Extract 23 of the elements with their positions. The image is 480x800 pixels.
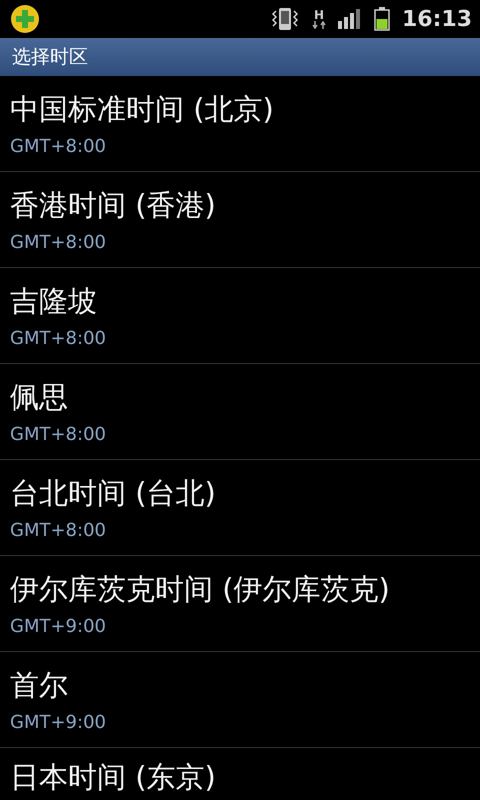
timezone-name[interactable]: 伊尔库茨克时间 (伊尔库茨克) [10, 570, 480, 610]
timezone-offset: GMT+9:00 [10, 616, 107, 637]
clock: 16:13 [402, 6, 472, 32]
timezone-name[interactable]: 中国标准时间 (北京) [10, 90, 480, 130]
timezone-offset: GMT+8:00 [10, 328, 107, 349]
timezone-name[interactable]: 首尔 [10, 666, 480, 706]
screen-title: 选择时区 [12, 45, 88, 70]
network-type-label: H [314, 9, 324, 21]
data-arrows-icon [312, 21, 326, 29]
timezone-name[interactable]: 佩思 [10, 378, 480, 418]
timezone-name[interactable]: 日本时间 (东京) [10, 758, 480, 798]
timezone-offset: GMT+8:00 [10, 136, 107, 157]
timezone-name[interactable]: 吉隆坡 [10, 282, 480, 322]
signal-icon [338, 9, 362, 29]
app-plus-icon [10, 4, 40, 34]
timezone-name[interactable]: 香港时间 (香港) [10, 186, 480, 226]
battery-icon [374, 7, 390, 31]
timezone-offset: GMT+8:00 [10, 424, 107, 445]
timezone-offset: GMT+8:00 [10, 520, 107, 541]
timezone-name[interactable]: 台北时间 (台北) [10, 474, 480, 514]
timezone-offset: GMT+8:00 [10, 232, 107, 253]
timezone-offset: GMT+9:00 [10, 712, 107, 733]
vibrate-icon [270, 6, 300, 32]
